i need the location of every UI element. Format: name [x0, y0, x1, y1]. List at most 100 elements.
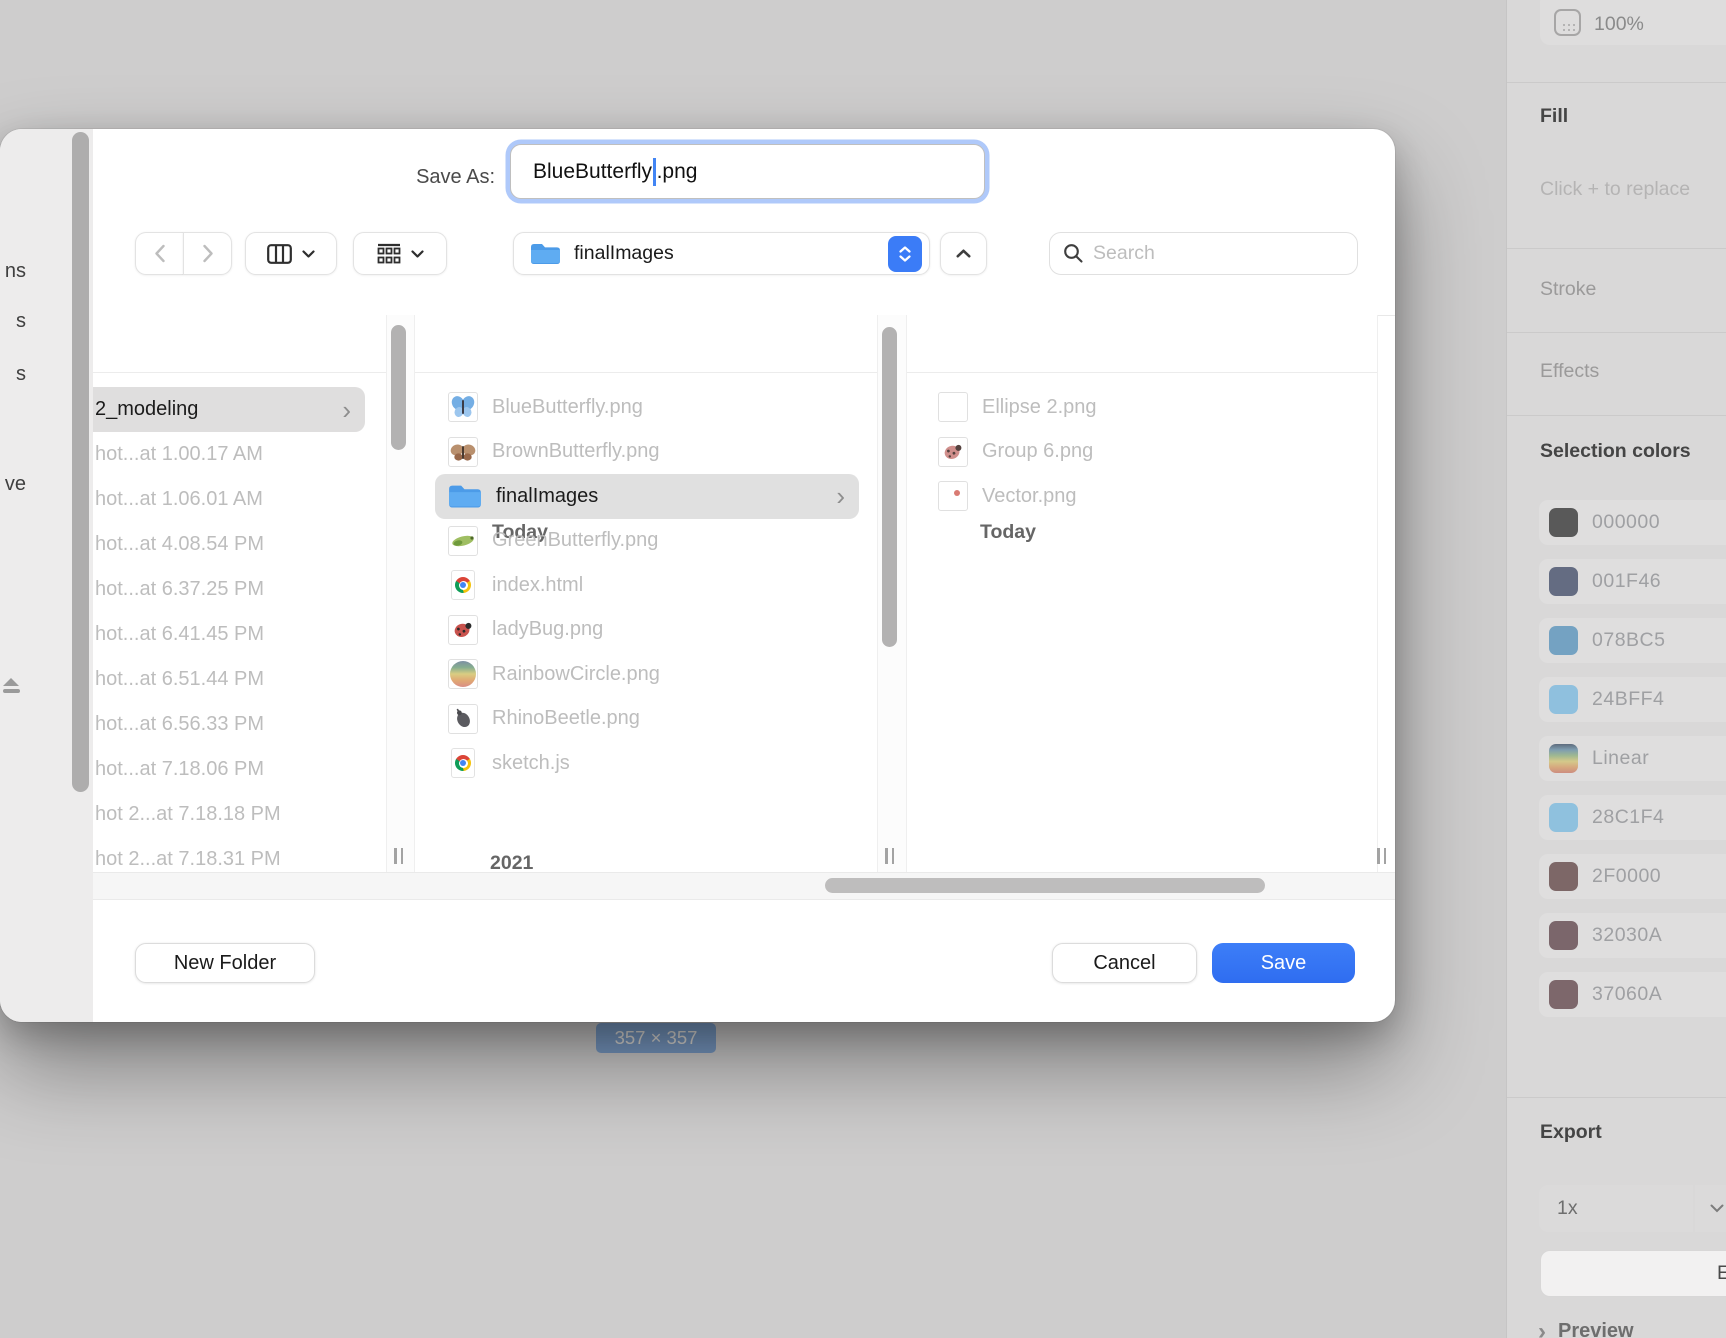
color-swatch[interactable] [1549, 626, 1578, 655]
color-swatch[interactable] [1549, 862, 1578, 891]
column-scrollbar[interactable] [882, 327, 897, 647]
search-input[interactable]: Search [1049, 232, 1358, 275]
file-name: Ellipse 2.png [982, 396, 1097, 419]
color-swatch[interactable] [1549, 803, 1578, 832]
eject-icon[interactable] [3, 678, 20, 693]
filename-input[interactable]: BlueButterfly.png [510, 144, 985, 199]
chrome-icon [451, 748, 475, 778]
color-swatch[interactable] [1549, 921, 1578, 950]
file-name: BrownButterfly.png [492, 440, 660, 463]
chevron-down-icon [411, 250, 424, 258]
file-row: RainbowCircle.png [415, 652, 877, 697]
group-options-button[interactable] [353, 232, 447, 275]
sidebar-item[interactable]: ns [5, 260, 26, 283]
color-swatch[interactable] [1549, 508, 1578, 537]
chevron-right-icon: › [1538, 1322, 1546, 1338]
file-name: sketch.js [492, 752, 570, 775]
up-directory-button[interactable] [940, 232, 987, 275]
file-name: ladyBug.png [492, 618, 603, 641]
sidebar-item[interactable]: s [16, 310, 26, 333]
view-mode-button[interactable] [245, 232, 337, 275]
file-name: hot...at 4.08.54 PM [95, 533, 264, 556]
selection-color-row[interactable]: 078BC5 [1539, 618, 1726, 663]
back-button[interactable] [135, 232, 183, 275]
vector-dot-icon [938, 481, 968, 511]
divider [1507, 332, 1726, 333]
location-dropdown[interactable]: finalImages [513, 232, 930, 275]
folder-row-selected[interactable]: finalImages › [435, 474, 859, 519]
sidebar-item[interactable]: s [16, 363, 26, 386]
file-row: hot 2...at 7.18.31 PM [93, 837, 386, 872]
export-section-title: Export [1540, 1121, 1602, 1144]
color-swatch[interactable] [1549, 980, 1578, 1009]
butterfly-icon [448, 437, 478, 467]
history-nav [135, 232, 232, 275]
cancel-button[interactable]: Cancel [1052, 943, 1197, 983]
divider [1507, 415, 1726, 416]
forward-icon [202, 244, 214, 263]
preview-toggle[interactable]: › Preview [1538, 1320, 1634, 1338]
section-header: Today [980, 521, 1036, 544]
export-button-label: E [1717, 1262, 1726, 1285]
file-row: GreenButterfly.png [415, 519, 877, 564]
file-name: Vector.png [982, 485, 1077, 508]
file-row: index.html [415, 563, 877, 608]
save-button[interactable]: Save [1212, 943, 1355, 983]
search-icon [1063, 243, 1084, 264]
sidebar-scrollbar[interactable] [72, 132, 89, 792]
beetle-icon [448, 704, 478, 734]
column-resize-handle[interactable] [1377, 848, 1386, 864]
file-row: Group 6.png [907, 430, 1377, 475]
file-row: ladyBug.png [415, 608, 877, 653]
file-row: hot 2...at 7.18.18 PM [93, 792, 386, 837]
file-name: hot...at 7.18.06 PM [95, 758, 264, 781]
stepper-icon[interactable] [888, 236, 922, 272]
file-row: hot...at 6.41.45 PM [93, 612, 386, 657]
column-resize-handle[interactable] [394, 848, 403, 864]
export-scale-select[interactable]: 1x [1539, 1185, 1726, 1232]
horizontal-scrollbar[interactable] [825, 878, 1265, 893]
color-swatch[interactable] [1549, 567, 1578, 596]
inspector-panel: 100% Fill Click + to replace Stroke Effe… [1506, 0, 1726, 1338]
selection-color-row[interactable]: 000000 [1539, 500, 1726, 545]
new-folder-button[interactable]: New Folder [135, 943, 315, 983]
selection-color-row[interactable]: 28C1F4 [1539, 795, 1726, 840]
divider [1507, 1097, 1726, 1098]
export-button[interactable]: E [1540, 1250, 1726, 1297]
column-scrollbar[interactable] [391, 325, 406, 450]
folder-icon [448, 483, 482, 509]
selection-color-row[interactable]: Linear [1539, 736, 1726, 781]
file-row: hot...at 7.18.06 PM [93, 747, 386, 792]
file-row: sketch.js [415, 741, 877, 786]
ladybug-icon [938, 437, 968, 467]
file-name: hot...at 1.06.01 AM [95, 488, 263, 511]
section-header: 2021 [490, 852, 533, 872]
column-resize-handle[interactable] [885, 848, 894, 864]
gradient-swatch[interactable] [1549, 744, 1578, 773]
zoom-control[interactable]: 100% [1540, 0, 1726, 45]
file-name: hot 2...at 7.18.31 PM [95, 848, 281, 871]
color-hex-label: 078BC5 [1592, 629, 1665, 652]
selection-color-row[interactable]: 32030A [1539, 913, 1726, 958]
color-hex-label: 37060A [1592, 983, 1662, 1006]
forward-button[interactable] [183, 232, 232, 275]
sidebar-item[interactable]: ve [5, 473, 26, 496]
text-caret [653, 158, 656, 186]
selection-color-row[interactable]: 001F46 [1539, 559, 1726, 604]
selection-color-row[interactable]: 2F0000 [1539, 854, 1726, 899]
selection-colors-title: Selection colors [1540, 440, 1691, 463]
back-icon [154, 244, 166, 263]
folder-row[interactable]: 2_modeling › [93, 387, 365, 432]
chrome-icon [451, 570, 475, 600]
color-hex-label: Linear [1592, 747, 1649, 770]
selection-color-row[interactable]: 37060A [1539, 972, 1726, 1017]
folder-icon [530, 242, 561, 265]
selection-color-row[interactable]: 24BFF4 [1539, 677, 1726, 722]
color-hex-label: 2F0000 [1592, 865, 1661, 888]
filename-before-caret: BlueButterfly [533, 160, 652, 184]
caterpillar-icon [448, 526, 478, 556]
fill-section-title: Fill [1540, 105, 1568, 128]
color-swatch[interactable] [1549, 685, 1578, 714]
search-placeholder: Search [1093, 242, 1155, 265]
file-row: hot...at 6.56.33 PM [93, 702, 386, 747]
